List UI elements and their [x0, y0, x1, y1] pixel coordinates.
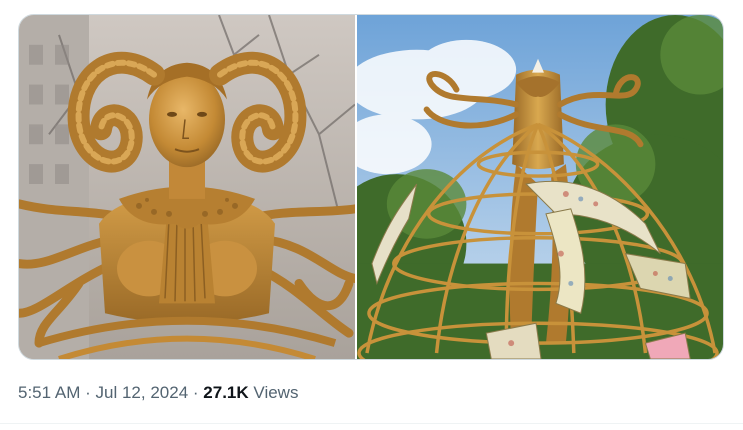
statue-bust-illustration — [19, 15, 355, 359]
divider — [0, 423, 743, 424]
tweet-photo-statue-bust[interactable] — [19, 15, 355, 359]
views-count: 27.1K — [203, 383, 249, 402]
tweet-photo-statue-cage[interactable] — [357, 15, 723, 359]
tweet-time: 5:51 AM — [18, 383, 81, 402]
tweet-timestamp-link[interactable]: 5:51 AM · Jul 12, 2024 — [18, 383, 188, 402]
tweet-media-grid — [18, 14, 724, 360]
tweet-date: Jul 12, 2024 — [95, 383, 189, 402]
views-label: Views — [253, 383, 299, 402]
meta-separator: · — [85, 383, 91, 402]
tweet-meta: 5:51 AM · Jul 12, 2024 · 27.1K Views — [18, 381, 298, 405]
statue-cage-illustration — [357, 15, 723, 359]
meta-separator: · — [192, 383, 199, 402]
